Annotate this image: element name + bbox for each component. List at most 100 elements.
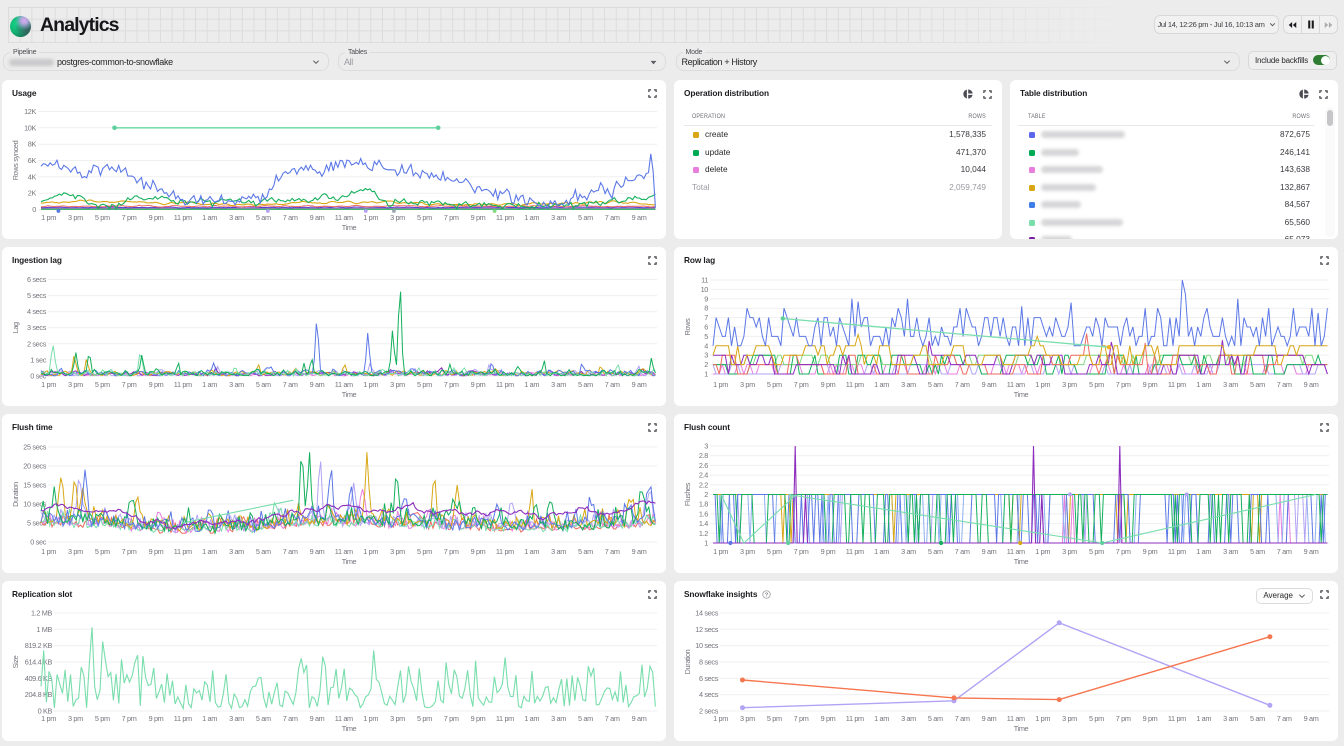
svg-text:9 pm: 9 pm (471, 714, 486, 723)
svg-text:7 am: 7 am (283, 213, 298, 222)
svg-text:9 pm: 9 pm (471, 380, 486, 389)
svg-text:5 am: 5 am (578, 547, 593, 556)
svg-text:7 am: 7 am (955, 714, 970, 723)
svg-text:7 pm: 7 pm (122, 714, 137, 723)
svg-text:3 pm: 3 pm (740, 547, 755, 556)
svg-text:1 pm: 1 pm (1035, 714, 1050, 723)
svg-text:10 secs: 10 secs (695, 641, 718, 650)
svg-text:1.4: 1.4 (699, 519, 708, 528)
svg-text:2 secs: 2 secs (27, 339, 47, 348)
svg-text:7 pm: 7 pm (444, 213, 459, 222)
svg-text:1.8: 1.8 (699, 500, 708, 509)
svg-text:5 am: 5 am (1250, 714, 1265, 723)
svg-text:11 pm: 11 pm (174, 213, 192, 222)
svg-text:7 am: 7 am (1277, 714, 1292, 723)
svg-text:1 pm: 1 pm (1035, 380, 1050, 389)
svg-text:Duration: Duration (11, 482, 20, 507)
svg-text:5 pm: 5 pm (1089, 380, 1104, 389)
svg-text:3 pm: 3 pm (740, 714, 755, 723)
svg-text:5 pm: 5 pm (417, 380, 432, 389)
svg-text:5 am: 5 am (256, 213, 271, 222)
svg-text:9 am: 9 am (982, 547, 997, 556)
svg-text:7 am: 7 am (1277, 380, 1292, 389)
svg-text:8 secs: 8 secs (699, 658, 719, 667)
svg-text:1 sec: 1 sec (30, 355, 46, 364)
svg-text:9 pm: 9 pm (149, 547, 164, 556)
svg-text:3 pm: 3 pm (68, 714, 83, 723)
svg-text:614.4 KB: 614.4 KB (25, 658, 53, 667)
svg-text:11 pm: 11 pm (496, 380, 514, 389)
svg-text:5 pm: 5 pm (417, 714, 432, 723)
svg-text:5 pm: 5 pm (95, 380, 110, 389)
svg-text:1 pm: 1 pm (363, 547, 378, 556)
svg-text:5 pm: 5 pm (1089, 547, 1104, 556)
svg-text:5 am: 5 am (578, 714, 593, 723)
svg-text:7 am: 7 am (283, 547, 298, 556)
svg-text:3 am: 3 am (229, 380, 244, 389)
svg-text:?: ? (764, 592, 767, 598)
svg-text:Lag: Lag (11, 322, 20, 333)
svg-text:1 am: 1 am (202, 547, 217, 556)
svg-text:7 pm: 7 pm (794, 547, 809, 556)
svg-text:Time: Time (1014, 724, 1029, 733)
svg-text:5 am: 5 am (578, 380, 593, 389)
svg-text:1 pm: 1 pm (1035, 547, 1050, 556)
svg-text:11 pm: 11 pm (1168, 380, 1186, 389)
svg-text:7 pm: 7 pm (794, 380, 809, 389)
svg-text:2.8: 2.8 (699, 451, 708, 460)
svg-text:3 pm: 3 pm (68, 213, 83, 222)
svg-text:7 pm: 7 pm (122, 380, 137, 389)
svg-text:10: 10 (701, 285, 709, 294)
svg-text:1 pm: 1 pm (713, 714, 728, 723)
svg-text:3 am: 3 am (229, 547, 244, 556)
svg-text:1 am: 1 am (1196, 547, 1211, 556)
svg-text:3 pm: 3 pm (68, 547, 83, 556)
svg-text:25 secs: 25 secs (23, 443, 46, 452)
svg-text:Time: Time (342, 724, 357, 733)
svg-text:5 pm: 5 pm (767, 714, 782, 723)
svg-text:9 pm: 9 pm (471, 547, 486, 556)
svg-text:1 pm: 1 pm (41, 380, 56, 389)
svg-text:11 pm: 11 pm (496, 547, 514, 556)
svg-text:5 am: 5 am (1250, 547, 1265, 556)
svg-text:9 pm: 9 pm (149, 213, 164, 222)
svg-text:5 pm: 5 pm (95, 213, 110, 222)
svg-text:Time: Time (1014, 390, 1029, 399)
svg-text:7 am: 7 am (605, 547, 620, 556)
svg-text:4K: 4K (28, 172, 37, 181)
svg-text:3 am: 3 am (551, 380, 566, 389)
svg-text:5 am: 5 am (256, 380, 271, 389)
svg-text:5 am: 5 am (928, 547, 943, 556)
svg-text:9 am: 9 am (1304, 714, 1319, 723)
svg-text:1 pm: 1 pm (41, 714, 56, 723)
svg-text:11 pm: 11 pm (846, 380, 864, 389)
svg-text:9 pm: 9 pm (1143, 714, 1158, 723)
svg-text:5 am: 5 am (928, 714, 943, 723)
svg-text:1 am: 1 am (202, 380, 217, 389)
svg-text:9 am: 9 am (982, 714, 997, 723)
svg-text:1 am: 1 am (874, 547, 889, 556)
svg-text:7 am: 7 am (283, 714, 298, 723)
svg-text:5 am: 5 am (256, 714, 271, 723)
svg-text:11: 11 (701, 276, 708, 285)
svg-text:9 am: 9 am (310, 380, 325, 389)
svg-text:3 pm: 3 pm (1062, 547, 1077, 556)
svg-text:3 am: 3 am (551, 714, 566, 723)
svg-text:11 am: 11 am (335, 213, 353, 222)
svg-text:11 pm: 11 pm (174, 380, 192, 389)
svg-text:Time: Time (342, 557, 357, 566)
svg-text:9 am: 9 am (632, 547, 647, 556)
svg-text:11 am: 11 am (335, 380, 353, 389)
svg-text:3 am: 3 am (1223, 380, 1238, 389)
svg-text:9 am: 9 am (1304, 547, 1319, 556)
svg-text:3 am: 3 am (551, 213, 566, 222)
svg-text:9 am: 9 am (632, 213, 647, 222)
svg-text:Time: Time (342, 390, 357, 399)
svg-text:7 pm: 7 pm (444, 714, 459, 723)
svg-text:7 am: 7 am (283, 380, 298, 389)
svg-text:3 am: 3 am (901, 714, 916, 723)
svg-text:7 am: 7 am (955, 547, 970, 556)
svg-text:7 pm: 7 pm (122, 547, 137, 556)
svg-text:9 pm: 9 pm (821, 714, 836, 723)
svg-text:3: 3 (704, 351, 708, 360)
